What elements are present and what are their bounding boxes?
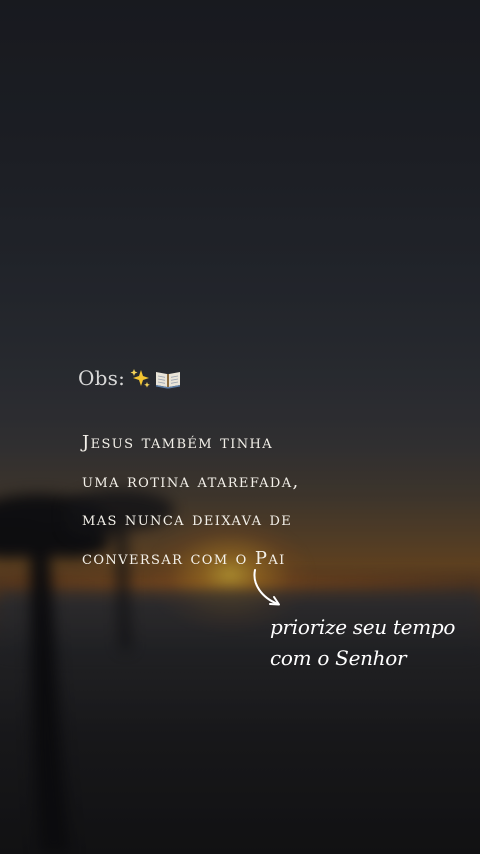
- obs-label: Obs:: [78, 366, 181, 390]
- curved-arrow-icon: [253, 569, 280, 606]
- verse-line: uma rotina atarefada,: [82, 470, 300, 492]
- note-line: priorize seu tempo: [270, 615, 456, 639]
- verse-line: Jesus também tinha: [82, 432, 274, 453]
- background-photo: Obs: Jesus também tinha uma rotina atare…: [0, 0, 480, 854]
- sparkles-icon: [130, 369, 150, 388]
- obs-text: Obs:: [78, 366, 126, 390]
- verse-line: mas nunca deixava de: [82, 509, 293, 530]
- open-book-icon: [156, 372, 181, 389]
- handwritten-note: priorize seu tempo com o Senhor: [270, 612, 455, 674]
- note-line: com o Senhor: [270, 646, 407, 670]
- verse-text: Jesus também tinha uma rotina atarefada,…: [82, 424, 422, 578]
